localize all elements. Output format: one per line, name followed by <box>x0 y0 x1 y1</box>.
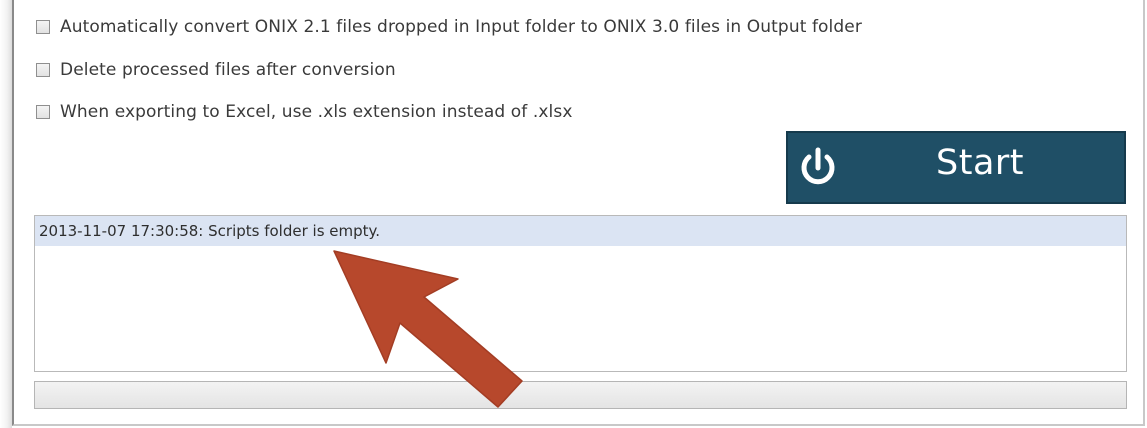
option-delete-processed[interactable]: Delete processed files after conversion <box>36 59 396 81</box>
xls-extension-label: When exporting to Excel, use .xls extens… <box>60 102 573 122</box>
delete-processed-label: Delete processed files after conversion <box>60 60 396 80</box>
xls-extension-checkbox[interactable] <box>36 105 50 119</box>
auto-convert-checkbox[interactable] <box>36 20 50 34</box>
progress-bar <box>34 381 1127 409</box>
power-icon <box>801 147 835 185</box>
delete-processed-checkbox[interactable] <box>36 63 50 77</box>
log-line: 2013-11-07 17:30:58: Scripts folder is e… <box>35 216 1126 246</box>
option-xls-extension[interactable]: When exporting to Excel, use .xls extens… <box>36 101 573 123</box>
log-output[interactable]: 2013-11-07 17:30:58: Scripts folder is e… <box>34 215 1127 372</box>
start-button[interactable]: Start <box>786 131 1126 204</box>
auto-convert-label: Automatically convert ONIX 2.1 files dro… <box>60 17 862 37</box>
option-auto-convert[interactable]: Automatically convert ONIX 2.1 files dro… <box>36 16 862 38</box>
window-edge-shadow <box>0 0 12 428</box>
start-button-label: Start <box>936 143 1025 183</box>
